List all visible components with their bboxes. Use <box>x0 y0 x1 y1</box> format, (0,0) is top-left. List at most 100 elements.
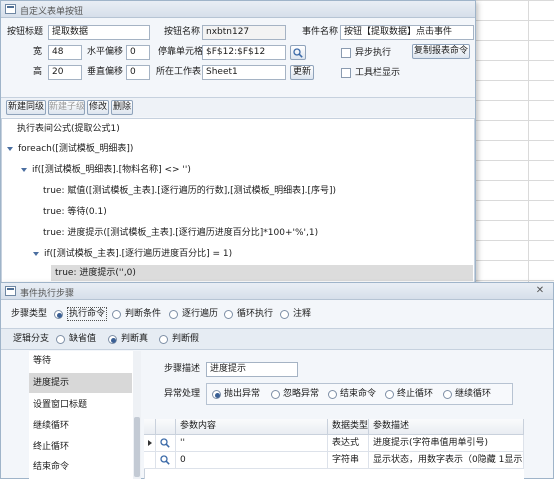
tree-node-label: if([测试模板_主表].[逐行遍历进度百分比] = 1) <box>44 249 233 259</box>
param-row-lookup-button[interactable] <box>156 452 176 469</box>
search-icon <box>160 438 170 448</box>
edit-button[interactable]: 修改 <box>87 100 109 115</box>
button-name-label: 按钮名称 <box>164 27 201 37</box>
step-type-condition-radio[interactable] <box>112 310 121 319</box>
tree-node-label: true: 赋值([测试模板_主表].[逐行遍历的行数],[测试模板_明细表].… <box>43 186 337 196</box>
param-desc-cell[interactable]: 进度提示(字符串值用单引号) <box>369 435 524 452</box>
custom-button-window: 自定义表单按钮 按钮标题 提取数据 按钮名称 nxbtn127 事件名称 按钮【… <box>0 0 476 290</box>
logic-true-radio[interactable] <box>108 335 117 344</box>
async-checkbox[interactable] <box>341 48 351 58</box>
search-icon <box>160 455 170 465</box>
logic-false-label: 判断假 <box>172 334 200 344</box>
param-type-cell[interactable]: 字符串 <box>328 452 369 469</box>
tree-node-label: true: 等待(0.1) <box>43 207 107 217</box>
exception-continue-radio[interactable] <box>443 390 452 399</box>
param-type-header[interactable]: 数据类型 <box>328 419 369 435</box>
dock-cell-input[interactable]: $F$12:$F$12 <box>202 45 286 60</box>
step-desc-input[interactable]: 进度提示 <box>206 362 298 377</box>
current-row-arrow-icon <box>148 440 152 446</box>
async-label: 异步执行 <box>355 48 392 58</box>
search-icon <box>293 48 303 58</box>
exception-ignore-label: 忽略异常 <box>283 389 320 399</box>
logic-branch-label: 逻辑分支 <box>13 334 50 344</box>
sheet-label: 所在工作表 <box>156 67 202 77</box>
exception-break-label: 终止循环 <box>397 389 434 399</box>
tree-node-progress-hide[interactable]: true: 进度提示('',0) <box>51 265 473 281</box>
delete-button[interactable]: 删除 <box>111 100 133 115</box>
search-cell-button[interactable] <box>290 45 306 60</box>
width-input[interactable]: 48 <box>48 45 82 60</box>
step-type-comment-label: 注释 <box>293 309 312 319</box>
tree-node-label: true: 进度提示('',0) <box>55 268 136 278</box>
dialog-title: 事件执行步骤 <box>20 289 75 299</box>
event-name-input[interactable]: 按钮【提取数据】点击事件 <box>340 25 474 40</box>
param-content-cell[interactable]: 0 <box>176 452 328 469</box>
step-type-exec-radio[interactable] <box>54 310 63 319</box>
param-row-lookup-button[interactable] <box>156 435 176 452</box>
tree-node-label: 执行表间公式(提取公式1) <box>17 124 120 134</box>
exception-break-radio[interactable] <box>385 390 394 399</box>
event-step-dialog: 事件执行步骤 ✕ 步骤类型 执行命令 判断条件 逐行遍历 循环执行 注释 逻辑分… <box>0 282 554 479</box>
grid-corner <box>144 419 156 435</box>
step-type-loop-radio[interactable] <box>224 310 233 319</box>
update-button[interactable]: 更新 <box>290 65 314 80</box>
step-type-loop-label: 循环执行 <box>237 309 274 319</box>
tree-node-if-progress[interactable]: if([测试模板_主表].[逐行遍历进度百分比] = 1) <box>33 246 232 262</box>
param-content-header[interactable]: 参数内容 <box>176 419 328 435</box>
expand-arrow-icon[interactable] <box>33 251 39 256</box>
tree-node-assign[interactable]: true: 赋值([测试模板_主表].[逐行遍历的行数],[测试模板_明细表].… <box>43 183 336 199</box>
new-sibling-button[interactable]: 新建同级 <box>6 100 46 115</box>
logic-true-label: 判断真 <box>121 334 149 344</box>
exception-throw-radio[interactable] <box>212 390 221 399</box>
button-title-label: 按钮标题 <box>7 27 44 37</box>
step-type-row-iterate-radio[interactable] <box>169 310 178 319</box>
expand-arrow-icon[interactable] <box>7 146 13 151</box>
param-content-cell[interactable]: '' <box>176 435 328 452</box>
exception-ignore-radio[interactable] <box>271 390 280 399</box>
toolbar-display-checkbox[interactable] <box>341 68 351 78</box>
step-type-exec-label: 执行命令 <box>67 307 108 321</box>
command-item-break-loop[interactable]: 终止循环 <box>33 440 69 454</box>
expand-arrow-icon[interactable] <box>21 167 27 172</box>
toolbar-display-label: 工具栏显示 <box>355 68 401 78</box>
step-type-comment-radio[interactable] <box>280 310 289 319</box>
exception-end-radio[interactable] <box>328 390 337 399</box>
new-child-button[interactable]: 新建子级 <box>48 100 85 115</box>
exception-throw-label: 抛出异常 <box>224 389 261 399</box>
param-desc-header[interactable]: 参数描述 <box>369 419 524 435</box>
command-item-set-window-title[interactable]: 设置窗口标题 <box>33 398 87 412</box>
event-name-label: 事件名称 <box>302 27 339 37</box>
scrollbar-thumb[interactable] <box>134 417 140 477</box>
param-type-cell[interactable]: 表达式 <box>328 435 369 452</box>
tree-node-wait[interactable]: true: 等待(0.1) <box>43 204 107 220</box>
main-titlebar: 自定义表单按钮 <box>1 1 475 18</box>
logic-false-radio[interactable] <box>159 335 168 344</box>
height-input[interactable]: 20 <box>48 65 82 80</box>
sheet-input[interactable]: Sheet1 <box>202 65 286 80</box>
tree-node-formula[interactable]: 执行表间公式(提取公式1) <box>17 121 120 137</box>
tree-node-if-material[interactable]: if([测试模板_明细表].[物料名称] <> '') <box>21 162 191 178</box>
button-title-input[interactable]: 提取数据 <box>48 25 150 40</box>
command-item-end-command[interactable]: 结束命令 <box>33 460 69 474</box>
close-icon[interactable]: ✕ <box>534 285 546 297</box>
grid-corner-2 <box>156 419 176 435</box>
copy-report-command-button[interactable]: 复制报表命令 <box>412 44 470 59</box>
row-indicator[interactable] <box>144 435 156 452</box>
param-desc-cell[interactable]: 显示状态，用数字表示（0隐藏 1显示） <box>369 452 524 469</box>
tree-node-progress[interactable]: true: 进度提示([测试模板_主表].[逐行遍历进度百分比]*100+'%'… <box>43 225 318 241</box>
hoffset-input[interactable]: 0 <box>126 45 150 60</box>
exception-end-label: 结束命令 <box>340 389 377 399</box>
voffset-input[interactable]: 0 <box>126 65 150 80</box>
width-label: 宽 <box>33 47 43 57</box>
command-list-scrollbar[interactable] <box>133 351 141 479</box>
command-item-progress[interactable]: 进度提示 <box>29 373 132 393</box>
command-item-continue-loop[interactable]: 继续循环 <box>33 419 69 433</box>
row-indicator[interactable] <box>144 452 156 469</box>
button-name-input[interactable]: nxbtn127 <box>202 25 286 40</box>
tree-node-label: true: 进度提示([测试模板_主表].[逐行遍历进度百分比]*100+'%'… <box>43 228 319 238</box>
tree-node-foreach[interactable]: foreach([测试模板_明细表]) <box>7 141 133 157</box>
logic-default-radio[interactable] <box>56 335 65 344</box>
command-item-wait[interactable]: 等待 <box>33 354 51 368</box>
hoffset-label: 水平偏移 <box>87 47 124 57</box>
tree-node-label: if([测试模板_明细表].[物料名称] <> '') <box>32 165 191 175</box>
